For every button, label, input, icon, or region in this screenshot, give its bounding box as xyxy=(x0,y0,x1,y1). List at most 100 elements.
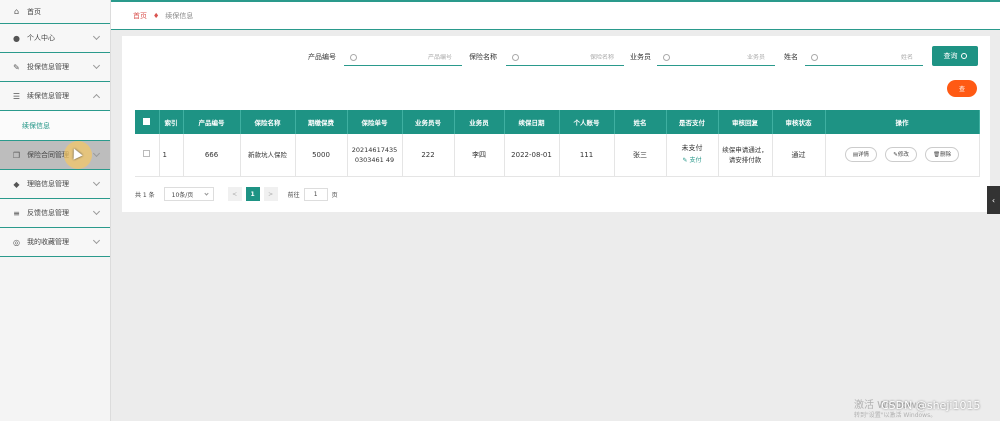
cell-agent-no: 222 xyxy=(402,134,455,177)
cell-account: 111 xyxy=(559,134,615,177)
page-number-current[interactable]: 1 xyxy=(245,187,260,201)
orange-action-button[interactable]: 查 xyxy=(947,80,977,97)
search-label-product-no: 产品编号 xyxy=(308,53,336,61)
chevron-down-icon xyxy=(92,32,101,41)
breadcrumb-separator-icon: ♦ xyxy=(153,11,160,20)
search-button[interactable]: 查询 xyxy=(932,46,978,66)
sidebar-item-label: 续保信息管理 xyxy=(27,92,69,100)
edit-icon: ✎ xyxy=(13,62,20,72)
column-header: 索引 xyxy=(159,110,184,134)
pagination: 共 1 条 10条/页 < 1 > 前往 1 页 xyxy=(135,186,338,202)
detail-button[interactable]: ▤ 详情 xyxy=(844,147,878,163)
chevron-left-icon: ‹ xyxy=(991,195,996,205)
trash-icon: 🗑 xyxy=(933,151,941,158)
search-label-name: 姓名 xyxy=(784,53,798,61)
delete-button[interactable]: 🗑 删除 xyxy=(925,147,960,163)
sidebar-item-label: 我的收藏管理 xyxy=(27,238,69,246)
sidebar-subitem-label: 续保信息 xyxy=(22,121,50,130)
agent-field[interactable] xyxy=(675,53,765,61)
column-header: 操作 xyxy=(825,110,980,134)
cell-premium: 5000 xyxy=(295,134,348,177)
delete-button-label: 删除 xyxy=(940,151,952,158)
column-header: 产品编号 xyxy=(183,110,241,134)
csdn-watermark: CSDN @sheji1015 xyxy=(881,399,981,412)
sidebar-item-favorites-management[interactable]: ◎ 我的收藏管理 xyxy=(0,228,110,257)
chevron-down-icon xyxy=(92,236,101,245)
chevron-down-icon xyxy=(92,178,101,187)
page-size-value: 10条/页 xyxy=(171,191,194,199)
chevron-up-icon xyxy=(92,93,101,102)
search-icon xyxy=(512,53,519,61)
row-checkbox[interactable] xyxy=(143,149,151,157)
orange-button-label: 查 xyxy=(958,86,965,93)
search-input-product-no[interactable] xyxy=(344,49,462,66)
cell-agent: 李四 xyxy=(454,134,505,177)
select-all-checkbox[interactable] xyxy=(143,117,151,125)
row-select-cell[interactable] xyxy=(135,134,160,177)
select-all-cell[interactable] xyxy=(135,110,160,134)
goto-page-input[interactable]: 1 xyxy=(303,187,328,201)
goto-label: 前往 xyxy=(287,191,300,199)
name-field[interactable] xyxy=(823,53,913,61)
detail-button-label: 详情 xyxy=(858,151,870,158)
content-panel: 产品编号 保险名称 业务员 姓名 查询 查 xyxy=(122,36,990,212)
cell-policy-no: 202146174350303461 49 xyxy=(347,134,403,177)
sidebar-item-personal-center[interactable]: ● 个人中心 xyxy=(0,24,110,53)
sidebar-subitem-renewal-info[interactable]: 续保信息 xyxy=(0,111,110,141)
cell-actions: ▤ 详情 ✎ 修改 🗑 删除 xyxy=(825,134,980,177)
search-input-name[interactable] xyxy=(805,49,923,66)
column-header: 姓名 xyxy=(614,110,667,134)
prev-page-button[interactable]: < xyxy=(227,187,242,201)
home-icon: ⌂ xyxy=(13,7,20,16)
search-icon xyxy=(811,53,818,61)
product-no-field[interactable] xyxy=(362,53,452,61)
insurance-name-field[interactable] xyxy=(524,53,614,61)
sidebar-item-renewal-management[interactable]: ☰ 续保信息管理 xyxy=(0,82,110,111)
collapse-handle[interactable]: ‹ xyxy=(987,186,1000,214)
search-label-agent: 业务员 xyxy=(630,53,651,61)
edit-button-label: 修改 xyxy=(897,151,909,158)
sidebar-item-insure-management[interactable]: ✎ 投保信息管理 xyxy=(0,53,110,82)
column-header: 审核状态 xyxy=(772,110,826,134)
search-icon xyxy=(960,53,967,59)
sidebar-item-label: 首页 xyxy=(27,7,41,16)
column-header: 续保日期 xyxy=(504,110,560,134)
search-input-insurance-name[interactable] xyxy=(506,49,624,66)
sidebar-item-label: 保险合同管理 xyxy=(27,151,69,159)
column-header: 保险单号 xyxy=(347,110,403,134)
cell-index: 1 xyxy=(159,134,184,177)
search-bar: 产品编号 保险名称 业务员 姓名 查询 xyxy=(122,46,990,68)
search-input-agent[interactable] xyxy=(657,49,775,66)
table-row: 1 666 新款坑人保险 5000 202146174350303461 49 … xyxy=(135,134,980,177)
breadcrumb: 首页 ♦ 续保信息 xyxy=(111,0,1000,30)
chevron-down-icon xyxy=(92,149,101,158)
pay-link[interactable]: ✎ 支付 xyxy=(670,156,715,166)
chevron-down-icon xyxy=(92,207,101,216)
breadcrumb-home[interactable]: 首页 xyxy=(133,11,147,21)
sidebar-item-label: 个人中心 xyxy=(27,34,55,42)
sidebar-item-label: 理赔信息管理 xyxy=(27,180,69,188)
edit-button[interactable]: ✎ 修改 xyxy=(885,147,917,163)
breadcrumb-current: 续保信息 xyxy=(165,11,194,20)
page-size-select[interactable]: 10条/页 xyxy=(163,187,214,201)
goto-suffix: 页 xyxy=(331,191,338,199)
chevron-down-icon xyxy=(92,61,101,70)
search-button-label: 查询 xyxy=(943,52,958,60)
sidebar: ⌂ 首页 ● 个人中心 ✎ 投保信息管理 ☰ 续保信息管理 续保信息 ❐ 保险合… xyxy=(0,0,111,421)
sidebar-item-contract-management[interactable]: ❐ 保险合同管理 xyxy=(0,141,110,170)
sidebar-item-feedback-management[interactable]: ≡ 反馈信息管理 xyxy=(0,199,110,228)
sidebar-item-label: 投保信息管理 xyxy=(27,63,69,71)
next-page-button[interactable]: > xyxy=(263,187,278,201)
user-icon: ● xyxy=(13,33,20,43)
shield-icon: ◆ xyxy=(13,179,20,189)
sidebar-item-label: 反馈信息管理 xyxy=(27,209,69,217)
sidebar-item-home[interactable]: ⌂ 首页 xyxy=(0,0,110,24)
star-circle-icon: ◎ xyxy=(13,237,20,247)
column-header: 业务员 xyxy=(454,110,505,134)
column-header: 审核回复 xyxy=(718,110,773,134)
sidebar-item-claim-management[interactable]: ◆ 理赔信息管理 xyxy=(0,170,110,199)
paid-status-text: 未支付 xyxy=(681,144,703,153)
chevron-down-icon xyxy=(204,191,209,196)
column-header: 保险名称 xyxy=(240,110,296,134)
cell-renew-date: 2022-08-01 xyxy=(504,134,560,177)
